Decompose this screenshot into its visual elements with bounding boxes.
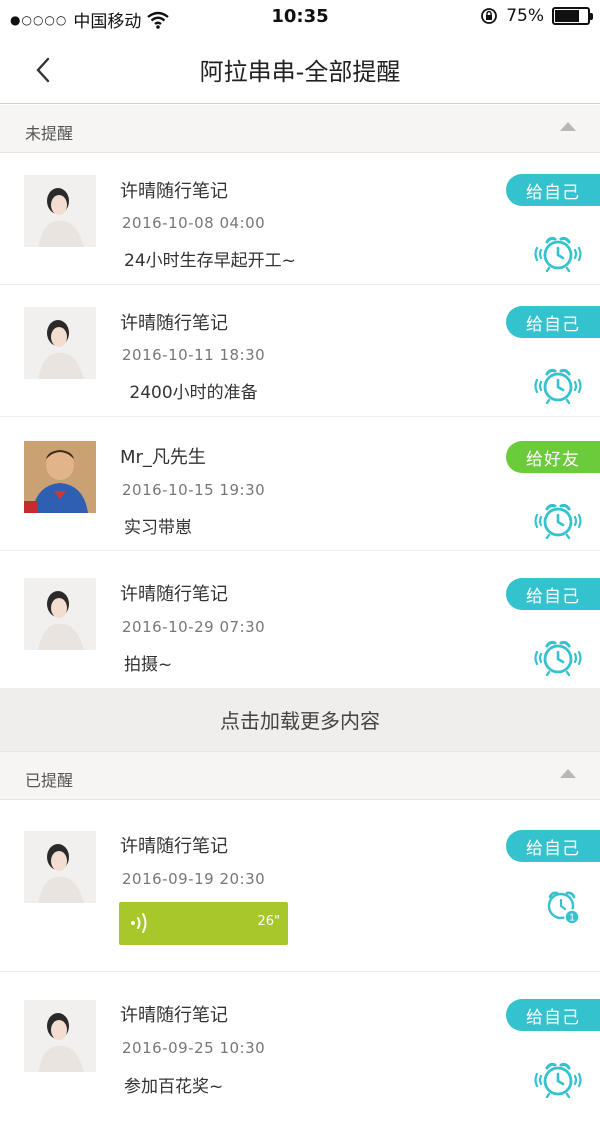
done-section-header[interactable]: 已提醒 [0,752,600,800]
alarm-clock-icon[interactable] [532,1062,584,1098]
voice-duration: 26" [257,914,280,929]
section-label: 已提醒 [25,771,74,790]
reminder-row[interactable]: 许晴随行笔记 2016-10-29 07:30 拍摄~ 给自己 [0,551,600,688]
to-self-badge: 给自己 [506,174,600,206]
avatar [24,307,96,379]
battery-icon [552,7,593,25]
sender-name: 许晴随行笔记 [120,1005,228,1026]
reminder-message: 拍摄~ [124,655,173,675]
alarm-clock-count-icon[interactable]: 1 [544,889,580,925]
reminder-message: 24小时生存早起开工~ [124,251,296,271]
load-more-button[interactable]: 点击加载更多内容 [0,688,600,752]
page-title: 阿拉串串-全部提醒 [199,58,401,86]
status-bar: ●○○○○ 中国移动 10:35 75% [0,0,600,36]
avatar [24,831,96,903]
sound-wave-icon [131,913,147,933]
to-self-badge: 给自己 [506,999,600,1031]
sender-name: 许晴随行笔记 [120,584,228,605]
collapse-arrow-icon[interactable] [560,122,576,131]
sender-name: 许晴随行笔记 [120,836,228,857]
reminder-row[interactable]: 许晴随行笔记 2016-09-25 10:30 参加百花奖~ 给自己 [0,972,600,1125]
alarm-clock-icon[interactable] [532,503,584,539]
reminder-row[interactable]: 许晴随行笔记 2016-09-19 20:30 26" 给自己 1 [0,800,600,972]
reminder-message: 2400小时的准备 [124,383,258,403]
avatar [24,578,96,650]
avatar [24,175,96,247]
reminder-row[interactable]: Mr_凡先生 2016-10-15 19:30 实习带崽 给好友 [0,417,600,551]
to-friend-badge: 给好友 [506,441,600,473]
alarm-clock-icon[interactable] [532,236,584,272]
reminder-message: 实习带崽 [124,518,192,538]
reminder-time: 2016-10-08 04:00 [122,214,266,232]
sender-name: Mr_凡先生 [120,447,206,468]
collapse-arrow-icon[interactable] [560,769,576,778]
navigation-bar: 阿拉串串-全部提醒 [0,36,600,104]
section-label: 未提醒 [25,124,74,143]
sender-name: 许晴随行笔记 [120,313,228,334]
reminder-time: 2016-10-11 18:30 [122,346,266,364]
avatar [24,1000,96,1072]
reminder-time: 2016-09-19 20:30 [122,870,266,888]
reminder-time: 2016-10-15 19:30 [122,481,266,499]
reminder-row[interactable]: 许晴随行笔记 2016-10-11 18:30 2400小时的准备 给自己 [0,285,600,417]
reminder-row[interactable]: 许晴随行笔记 2016-10-08 04:00 24小时生存早起开工~ 给自己 [0,153,600,285]
alarm-clock-icon[interactable] [532,640,584,676]
alarm-clock-icon[interactable] [532,368,584,404]
to-self-badge: 给自己 [506,306,600,338]
reminder-time: 2016-09-25 10:30 [122,1039,266,1057]
to-self-badge: 给自己 [506,830,600,862]
pending-section-header[interactable]: 未提醒 [0,105,600,153]
voice-message[interactable]: 26" [119,902,288,945]
battery-percent: 75% [506,6,544,26]
avatar [24,441,96,513]
orientation-lock-icon [481,8,498,24]
alarm-count: 1 [569,913,575,924]
to-self-badge: 给自己 [506,578,600,610]
sender-name: 许晴随行笔记 [120,181,228,202]
reminder-message: 参加百花奖~ [124,1077,224,1097]
reminder-time: 2016-10-29 07:30 [122,618,266,636]
